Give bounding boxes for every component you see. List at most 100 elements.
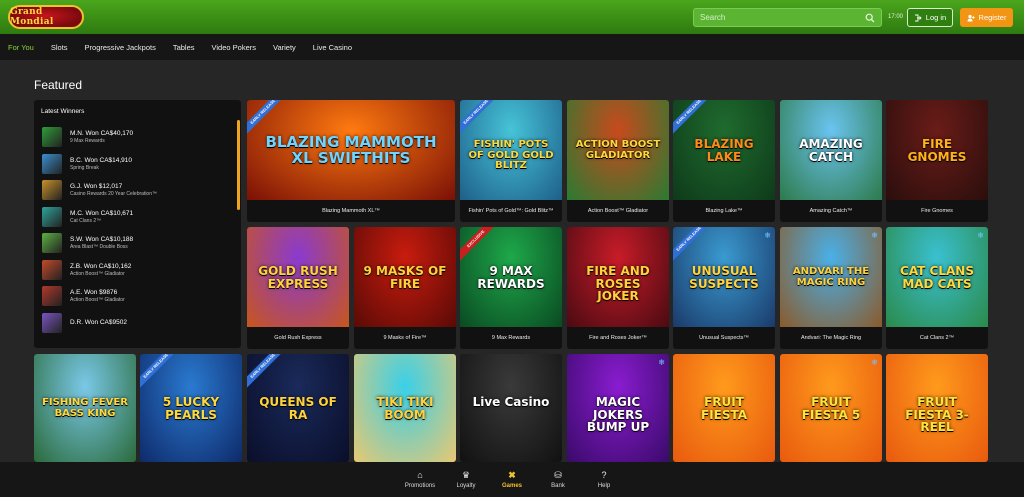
winner-game: Action Boost™ Gladiator: [70, 297, 125, 304]
register-button[interactable]: Register: [960, 8, 1013, 27]
game-tile[interactable]: MAGIC JOKERS BUMP UP ❄: [567, 354, 669, 462]
game-tile[interactable]: Live Casino: [460, 354, 562, 462]
winner-game-thumbnail: [42, 312, 62, 333]
bottom-nav-label: Loyalty: [456, 483, 476, 489]
game-thumbnail: ACTION BOOST GLADIATOR: [567, 100, 669, 200]
winner-text: Z.B. Won CA$10,162 Action Boost™ Gladiato…: [70, 263, 131, 277]
release-ribbon: EARLY RELEASE: [673, 100, 714, 137]
clock-time: 17:00: [888, 14, 904, 20]
game-tile[interactable]: QUEENS OF RA EARLY RELEASE: [247, 354, 349, 462]
winner-text: B.C. Won CA$14,910 Spring Break: [70, 157, 132, 171]
game-art-title: UNUSUAL SUSPECTS: [689, 264, 759, 291]
game-name: Andvari: The Magic Ring: [780, 327, 882, 349]
winners-scrollbar[interactable]: [237, 120, 240, 210]
winner-text: G.J. Won $12,017 Casino Rewards 20 Year C…: [70, 183, 157, 197]
game-tile[interactable]: FIRE GNOMES Fire Gnomes: [886, 100, 988, 222]
game-thumbnail: UNUSUAL SUSPECTS EARLY RELEASE ❄: [673, 227, 775, 327]
site-logo[interactable]: Grand Mondial: [8, 5, 84, 29]
release-ribbon: EARLY RELEASE: [247, 354, 288, 391]
game-art-title: CAT CLANS MAD CATS: [900, 264, 974, 291]
featured-heading: Featured: [34, 78, 83, 92]
winner-row[interactable]: M.N. Won CA$40,170 9 Max Rewards: [42, 124, 232, 151]
release-ribbon: EARLY RELEASE: [247, 100, 288, 137]
game-name: Fishin' Pots of Gold™: Gold Blitz™: [460, 200, 562, 222]
game-tile[interactable]: FISHING FEVER BASS KING: [34, 354, 136, 462]
game-tile[interactable]: 9 MAX REWARDS EXCLUSIVE 9 Max Rewards: [460, 227, 562, 349]
search-placeholder: Search: [700, 13, 726, 22]
game-tile[interactable]: FIRE AND ROSES JOKER Fire and Roses Joker…: [567, 227, 669, 349]
game-tile[interactable]: 5 LUCKY PEARLS EARLY RELEASE: [140, 354, 242, 462]
game-art-title: FIRE GNOMES: [907, 137, 967, 164]
login-icon: [914, 14, 922, 21]
game-art-title: AMAZING CATCH: [799, 137, 863, 164]
winner-name: S.W. Won CA$10,188: [70, 236, 134, 244]
nav-item-for-you[interactable]: For You: [8, 43, 34, 52]
game-tile[interactable]: ACTION BOOST GLADIATOR Action Boost™ Glad…: [567, 100, 669, 222]
game-art-title: FISHING FEVER BASS KING: [42, 397, 128, 419]
game-tile[interactable]: UNUSUAL SUSPECTS EARLY RELEASE ❄ Unusual Su…: [673, 227, 775, 349]
game-art-title: Live Casino: [472, 395, 550, 409]
game-thumbnail: FIRE AND ROSES JOKER: [567, 227, 669, 327]
game-tile[interactable]: FRUIT FIESTA: [673, 354, 775, 462]
game-tile[interactable]: FRUIT FIESTA 3-REEL: [886, 354, 988, 462]
category-nav: For You Slots Progressive Jackpots Tables Vi…: [0, 34, 1024, 60]
winner-game-thumbnail: [42, 180, 62, 201]
winner-row[interactable]: D.R. Won CA$9502: [42, 310, 232, 337]
search-icon[interactable]: [865, 13, 875, 23]
winner-row[interactable]: M.C. Won CA$10,671 Cat Clans 2™: [42, 204, 232, 231]
game-thumbnail: FISHING FEVER BASS KING: [34, 354, 136, 462]
game-thumbnail: GOLD RUSH EXPRESS: [247, 227, 349, 327]
search-input[interactable]: Search: [693, 8, 882, 27]
winner-name: G.J. Won $12,017: [70, 183, 123, 191]
login-button[interactable]: Log in: [907, 8, 953, 27]
winner-name: Z.B. Won CA$10,162: [70, 262, 132, 270]
game-tile[interactable]: BLAZING MAMMOTH XL SWIFTHITS EARLY RELEAS…: [247, 100, 455, 222]
winner-row[interactable]: G.J. Won $12,017 Casino Rewards 20 Year C…: [42, 177, 232, 204]
snowflake-icon: ❄: [871, 231, 878, 240]
bottom-nav-help[interactable]: ? Help: [581, 470, 627, 489]
nav-item-video-pokers[interactable]: Video Pokers: [212, 43, 256, 52]
latest-winners-panel: Latest Winners M.N. Won CA$40,170 9 Max R…: [34, 100, 241, 348]
nav-item-slots[interactable]: Slots: [51, 43, 68, 52]
game-thumbnail: FISHIN' POTS OF GOLD GOLD BLITZ EARLY REL…: [460, 100, 562, 200]
nav-item-variety[interactable]: Variety: [273, 43, 296, 52]
game-tile[interactable]: AMAZING CATCH Amazing Catch™: [780, 100, 882, 222]
winner-game: Cat Clans 2™: [70, 217, 102, 224]
winner-text: S.W. Won CA$10,188 Area Blast™ Double Bos…: [70, 236, 133, 250]
game-thumbnail: AMAZING CATCH: [780, 100, 882, 200]
bottom-nav: ⌂ Promotions ♛ Loyalty ✖ Games ⛁ Bank? Help: [0, 462, 1024, 497]
game-thumbnail: Live Casino: [460, 354, 562, 462]
nav-item-live-casino[interactable]: Live Casino: [313, 43, 352, 52]
winner-text: D.R. Won CA$9502: [70, 319, 127, 327]
game-tile[interactable]: GOLD RUSH EXPRESS Gold Rush Express: [247, 227, 349, 349]
bottom-nav-bank[interactable]: ⛁ Bank: [535, 470, 581, 489]
bottom-nav-games[interactable]: ✖ Games: [489, 470, 535, 489]
game-art-title: ACTION BOOST GLADIATOR: [575, 139, 661, 161]
nav-item-progressive-jackpots[interactable]: Progressive Jackpots: [85, 43, 156, 52]
game-tile[interactable]: CAT CLANS MAD CATS ❄ Cat Clans 2™: [886, 227, 988, 349]
nav-item-tables[interactable]: Tables: [173, 43, 195, 52]
bottom-nav-label: Games: [501, 483, 522, 489]
winner-game-thumbnail: [42, 259, 62, 280]
winner-row[interactable]: B.C. Won CA$14,910 Spring Break: [42, 151, 232, 178]
game-tile[interactable]: FRUIT FIESTA 5 ❄: [780, 354, 882, 462]
bottom-nav-loyalty[interactable]: ♛ Loyalty: [443, 470, 489, 489]
game-name: Blazing Lake™: [673, 200, 775, 222]
winner-name: B.C. Won CA$14,910: [70, 156, 133, 164]
bottom-nav-promotions[interactable]: ⌂ Promotions: [397, 470, 443, 489]
game-art-title: GOLD RUSH EXPRESS: [258, 264, 338, 291]
winner-row[interactable]: Z.B. Won CA$10,162 Action Boost™ Gladiato…: [42, 257, 232, 284]
winner-name: D.R. Won CA$9502: [70, 318, 127, 326]
game-thumbnail: MAGIC JOKERS BUMP UP ❄: [567, 354, 669, 462]
game-tile[interactable]: TIKI TIKI BOOM: [354, 354, 456, 462]
game-name: Blazing Mammoth XL™: [247, 200, 455, 222]
winner-row[interactable]: S.W. Won CA$10,188 Area Blast™ Double Bos…: [42, 230, 232, 257]
winner-game: Action Boost™ Gladiator: [70, 270, 125, 277]
winner-row[interactable]: A.E. Won $9876 Action Boost™ Gladiator: [42, 283, 232, 310]
game-tile[interactable]: FISHIN' POTS OF GOLD GOLD BLITZ EARLY REL…: [460, 100, 562, 222]
winner-game: Spring Break: [70, 164, 99, 171]
game-tile[interactable]: ANDVARI THE MAGIC RING ❄ Andvari: The Magi…: [780, 227, 882, 349]
game-tile[interactable]: BLAZING LAKE EARLY RELEASE Blazing Lake™: [673, 100, 775, 222]
game-tile[interactable]: 9 MASKS OF FIRE 9 Masks of Fire™: [354, 227, 456, 349]
latest-winners-title: Latest Winners: [41, 108, 85, 115]
